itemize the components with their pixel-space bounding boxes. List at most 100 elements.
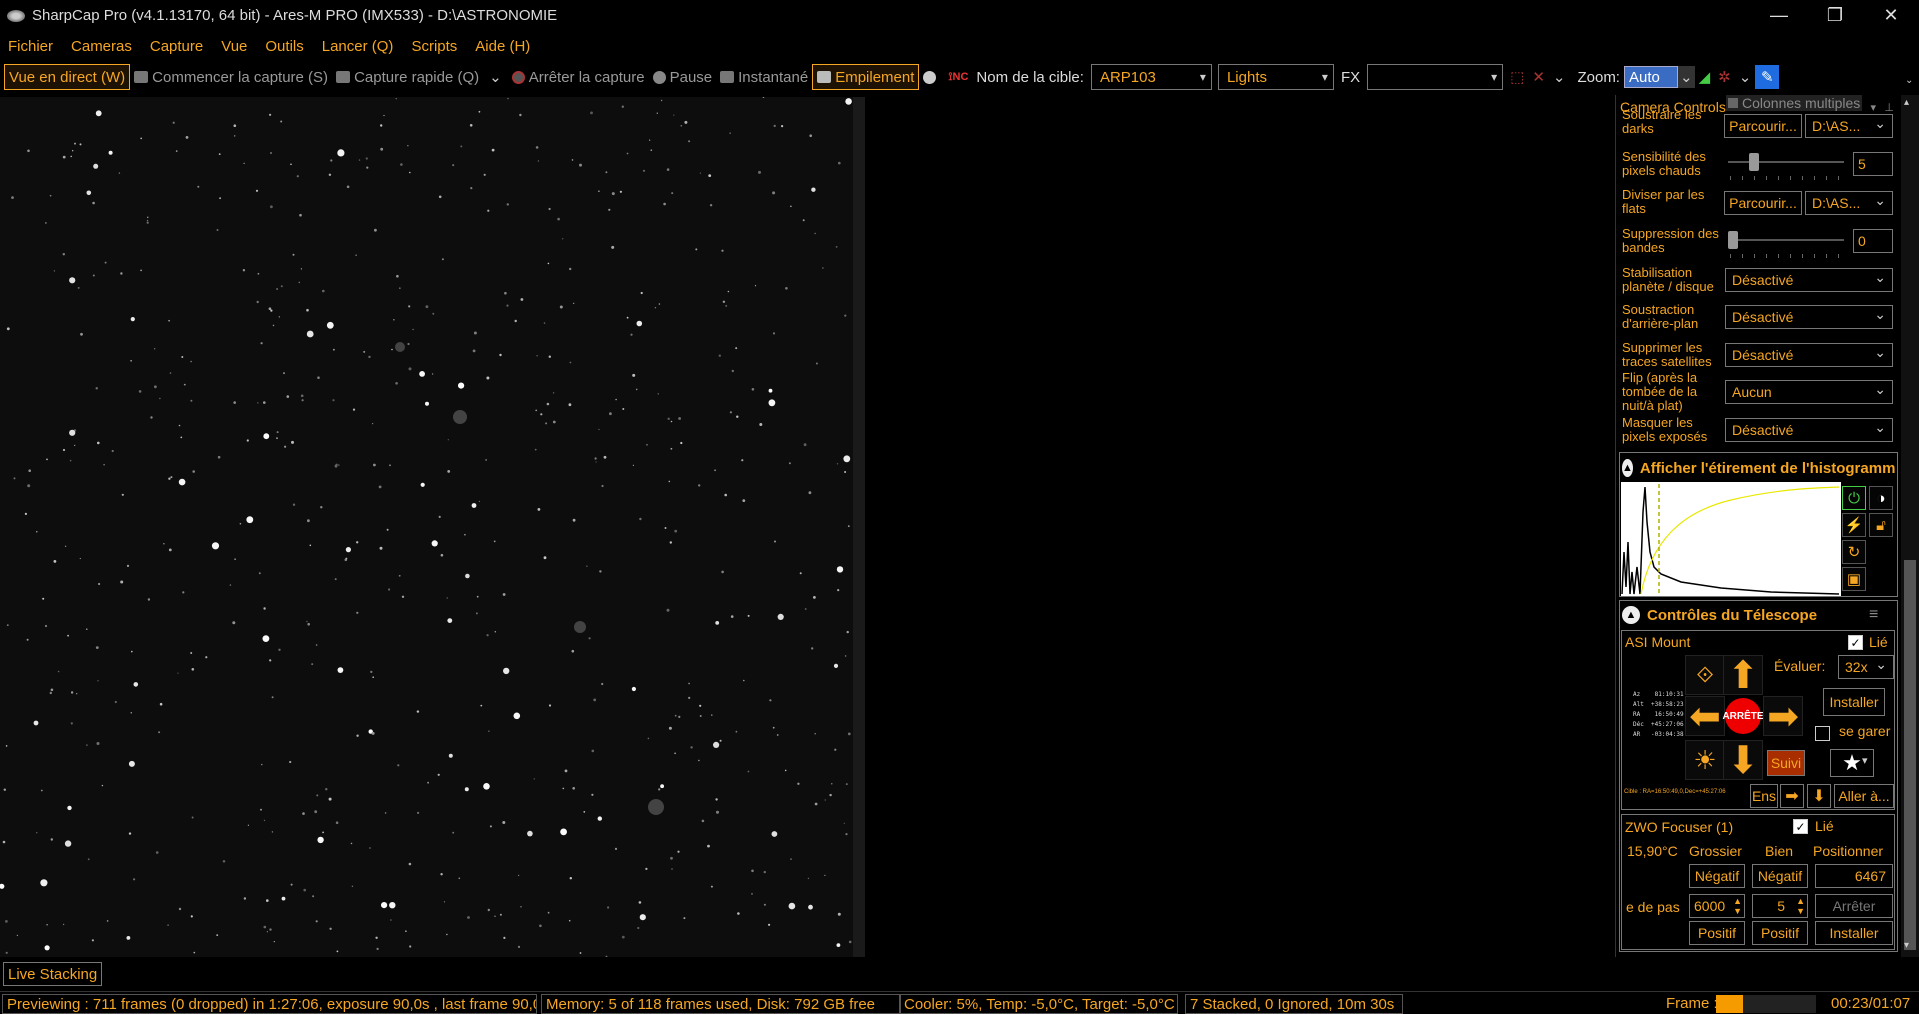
histogram-power-icon[interactable]: ⏻ (1842, 486, 1866, 510)
quick-capture-dropdown-icon[interactable]: ⌄ (483, 64, 508, 90)
zoom-select[interactable]: Auto (1623, 66, 1678, 88)
minimize-button[interactable]: — (1751, 0, 1807, 31)
slew-right-icon[interactable]: ➡ (1780, 784, 1804, 808)
histogram-contrast-icon[interactable]: ◑ (1869, 486, 1893, 510)
menu-scripts[interactable]: Scripts (403, 38, 465, 55)
coarse-negative-button[interactable]: Négatif (1689, 864, 1745, 888)
target-name-input[interactable]: ARP103 (1090, 64, 1212, 90)
star-dropdown-icon[interactable]: ▾ (1862, 754, 1868, 767)
stabilization-select[interactable]: Désactivé (1725, 268, 1893, 292)
fine-step-spinner-icon[interactable]: ▲ ▼ (1796, 896, 1805, 916)
histogram-header[interactable]: ▲ Afficher l'étirement de l'histogramme (1622, 459, 1896, 477)
coarse-positive-button[interactable]: Positif (1689, 921, 1745, 945)
menu-outils[interactable]: Outils (257, 38, 311, 55)
center-target-icon[interactable]: ☀ (1685, 740, 1725, 780)
overlay-dropdown-icon[interactable]: ⌄ (1549, 64, 1570, 90)
image-viewer[interactable] (0, 96, 853, 958)
set-button[interactable]: Ens (1750, 784, 1778, 808)
hot-pixel-icon[interactable]: ⟟NC (944, 64, 972, 90)
crosshair-icon[interactable]: ✕ (1528, 64, 1549, 90)
satellite-select[interactable]: Désactivé (1725, 343, 1893, 367)
zoom-dropdown-icon[interactable]: ⌄ (1677, 66, 1695, 88)
reticle-dropdown-icon[interactable]: ⌄ (1735, 64, 1756, 90)
hot-pixel-value[interactable]: 5 (1853, 152, 1893, 176)
mask-select[interactable]: Désactivé (1725, 418, 1893, 442)
start-capture-button[interactable]: Commencer la capture (S) (130, 64, 332, 90)
histogram-chart[interactable] (1621, 482, 1841, 596)
menu-fichier[interactable]: Fichier (0, 38, 61, 55)
hot-pixel-slider[interactable] (1728, 153, 1844, 171)
banding-value[interactable]: 0 (1853, 229, 1893, 253)
fx-select[interactable] (1367, 64, 1504, 90)
close-button[interactable]: ✕ (1863, 0, 1919, 31)
scroll-down-icon[interactable]: ▾ (1904, 940, 1909, 951)
roi-icon[interactable]: ⬚ (1506, 64, 1528, 90)
park-checkbox[interactable] (1815, 726, 1830, 741)
telescope-menu-icon[interactable]: ≡ (1869, 606, 1878, 624)
tracking-button[interactable]: Suivi (1767, 750, 1805, 776)
flats-browse-button[interactable]: Parcourir... (1724, 191, 1802, 215)
coarse-step-input[interactable]: 6000 ▲ ▼ (1689, 894, 1745, 918)
reticle-icon[interactable]: ✲ (1714, 64, 1735, 90)
focuser-stop-button[interactable]: Arrêter (1815, 894, 1893, 918)
collapse-icon[interactable]: ▲ (1622, 459, 1633, 477)
snapshot-button[interactable]: Instantané (716, 64, 812, 90)
mount-install-button[interactable]: Installer (1823, 688, 1885, 716)
telescope-header[interactable]: ▲ Contrôles du Télescope (1622, 606, 1817, 624)
stop-capture-button[interactable]: Arrêter la capture (508, 64, 649, 90)
move-north-button[interactable]: ⬆ (1723, 655, 1763, 697)
menu-aide[interactable]: Aide (H) (467, 38, 538, 55)
goto-button[interactable]: Aller à... (1834, 784, 1894, 808)
pause-button[interactable]: Pause (649, 64, 717, 90)
focuser-position-value[interactable]: 6467 (1815, 864, 1893, 888)
toolbar-overflow-icon[interactable]: ⌄ (1905, 75, 1913, 86)
live-stacking-tab[interactable]: Live Stacking (3, 962, 103, 986)
move-south-button[interactable]: ⬇ (1723, 740, 1763, 782)
stack-button[interactable]: Empilement (812, 64, 920, 90)
histogram-reset-icon[interactable]: ↻ (1842, 540, 1866, 564)
sharpcap-tool-icon[interactable]: ✎ (1755, 65, 1780, 89)
quick-capture-button[interactable]: Capture rapide (Q) (332, 64, 483, 90)
star (140, 137, 143, 140)
slew-down-icon[interactable]: ⬇ (1807, 784, 1831, 808)
focuser-linked-checkbox[interactable]: ✓ (1793, 819, 1808, 834)
darks-path-select[interactable]: D:\AS... (1805, 114, 1893, 138)
menu-cameras[interactable]: Cameras (63, 38, 140, 55)
pin-icon[interactable]: ⊥ (1884, 101, 1894, 114)
restore-button[interactable]: ❐ (1807, 0, 1863, 31)
fine-positive-button[interactable]: Positif (1752, 921, 1808, 945)
flip-select[interactable]: Aucun (1725, 380, 1893, 404)
histogram-lock-icon[interactable]: 🔓︎ (1869, 513, 1893, 537)
fine-negative-button[interactable]: Négatif (1752, 864, 1808, 888)
histogram-auto-icon[interactable]: ⚡ (1842, 513, 1866, 537)
histogram-icon[interactable]: ◢ (1695, 64, 1715, 90)
banding-slider-thumb[interactable] (1728, 231, 1738, 249)
scroll-up-icon[interactable]: ▴ (1904, 97, 1909, 108)
move-west-button[interactable]: ⬅ (1685, 696, 1725, 738)
background-select[interactable]: Désactivé (1725, 305, 1893, 329)
columns-tab[interactable]: Colonnes multiples (1726, 95, 1863, 111)
fine-step-input[interactable]: 5 ▲ ▼ (1752, 894, 1808, 918)
panel-scrollbar-thumb[interactable] (1904, 560, 1916, 950)
darks-browse-button[interactable]: Parcourir... (1724, 114, 1802, 138)
hot-pixel-slider-thumb[interactable] (1749, 153, 1760, 171)
stop-mount-button[interactable]: ARRÊTE (1722, 696, 1764, 736)
banding-slider[interactable] (1728, 231, 1844, 249)
coarse-step-spinner-icon[interactable]: ▲ ▼ (1733, 896, 1742, 916)
rate-select[interactable]: 32x (1838, 655, 1894, 679)
live-view-button[interactable]: Vue en direct (W) (4, 64, 131, 90)
quick-capture-label: Capture rapide (Q) (354, 68, 480, 86)
focuser-install-button[interactable]: Installer (1815, 921, 1893, 945)
panel-dropdown-icon[interactable]: ▾ (1870, 101, 1876, 114)
flats-path-select[interactable]: D:\AS... (1805, 191, 1893, 215)
moon-button[interactable] (919, 64, 944, 90)
menu-capture[interactable]: Capture (142, 38, 211, 55)
menu-vue[interactable]: Vue (213, 38, 255, 55)
mount-linked-checkbox[interactable]: ✓ (1848, 635, 1863, 650)
histogram-save-icon[interactable]: ▣ (1842, 567, 1866, 591)
collapse-telescope-icon[interactable]: ▲ (1622, 606, 1640, 624)
spiral-search-icon[interactable]: ⟐ (1685, 655, 1725, 695)
frame-type-select[interactable]: Lights (1217, 64, 1334, 90)
move-east-button[interactable]: ➡ (1763, 696, 1803, 738)
menu-lancer[interactable]: Lancer (Q) (314, 38, 402, 55)
